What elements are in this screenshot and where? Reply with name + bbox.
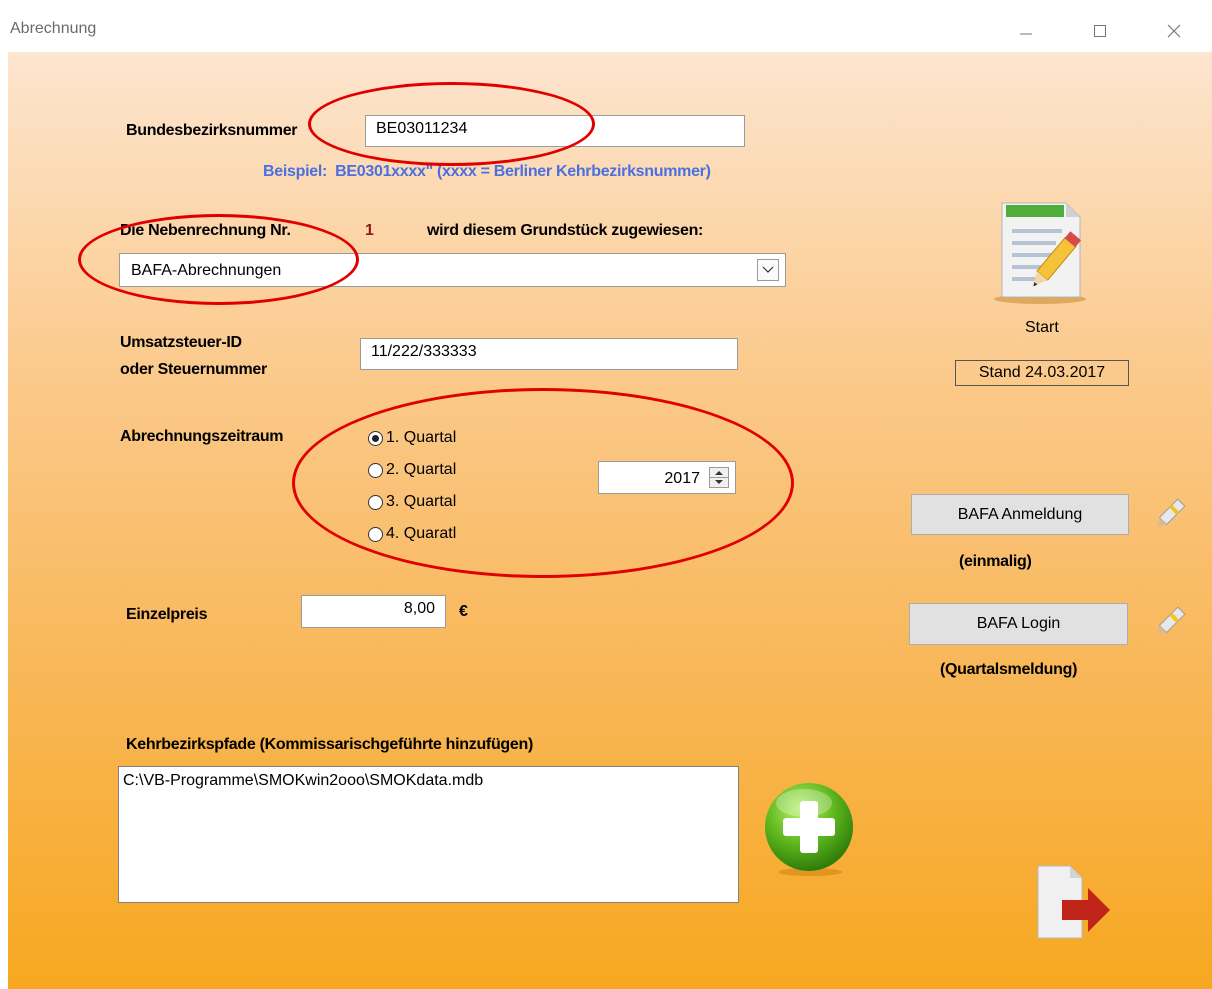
exit-button[interactable] — [1034, 862, 1114, 942]
maximize-button[interactable] — [1080, 14, 1120, 48]
plus-icon — [765, 783, 853, 876]
year-value: 2017 — [664, 470, 700, 487]
radio-label: 3. Quartal — [386, 493, 457, 510]
radio-indicator — [368, 526, 383, 542]
radio-quartal-3[interactable]: 3. Quartal — [368, 493, 456, 511]
minimize-icon — [1020, 33, 1032, 35]
currency-label: € — [459, 603, 468, 620]
radio-indicator — [368, 430, 383, 446]
edit-icon[interactable] — [1150, 602, 1190, 642]
spinner-arrows[interactable] — [709, 467, 729, 488]
login-note: (Quartalsmeldung) — [940, 661, 1078, 678]
pfade-label: Kehrbezirkspfade (Kommissarischgeführte … — [126, 736, 533, 753]
ust-label-line1: Umsatzsteuer-ID — [120, 334, 242, 351]
example-prefix: Beispiel: — [263, 163, 327, 180]
bundesbezirk-label: Bundesbezirksnummer — [126, 122, 298, 139]
exit-icon — [1037, 865, 1110, 939]
list-item[interactable]: C:\VB-Programme\SMOKwin2ooo\SMOKdata.mdb — [123, 772, 734, 790]
radio-quartal-1[interactable]: 1. Quartal — [368, 429, 456, 447]
chevron-down-icon[interactable] — [757, 259, 779, 281]
start-document-icon[interactable] — [988, 197, 1098, 305]
bafa-login-button[interactable]: BAFA Login — [909, 603, 1128, 645]
bafa-anmeldung-button[interactable]: BAFA Anmeldung — [911, 494, 1129, 535]
add-path-button[interactable] — [760, 779, 858, 877]
pfade-listbox[interactable]: C:\VB-Programme\SMOKwin2ooo\SMOKdata.mdb — [118, 766, 739, 903]
spinner-arrows-icon — [710, 471, 728, 484]
ust-input[interactable]: 11/222/333333 — [360, 338, 738, 370]
nebenrechnung-number: 1 — [365, 222, 374, 239]
radio-label: 4. Quaratl — [386, 525, 457, 542]
maximize-icon — [1094, 25, 1106, 37]
grundstueck-select-value: BAFA-Abrechnungen — [131, 262, 282, 279]
close-icon — [1167, 24, 1181, 38]
title-bar: Abrechnung — [0, 0, 1212, 52]
minimize-button[interactable] — [1006, 14, 1046, 48]
zeitraum-label: Abrechnungszeitraum — [120, 428, 284, 445]
bundesbezirk-input[interactable]: BE03011234 — [365, 115, 745, 147]
radio-quartal-2[interactable]: 2. Quartal — [368, 461, 456, 479]
nebenrechnung-label: Die Nebenrechnung Nr. — [120, 222, 291, 239]
radio-indicator — [368, 462, 383, 478]
example-text: BE0301xxxx" (xxxx = Berliner Kehrbezirks… — [335, 163, 711, 180]
radio-quartal-4[interactable]: 4. Quaratl — [368, 525, 456, 543]
einzelpreis-input[interactable]: 8,00 — [301, 595, 446, 628]
grundstueck-select[interactable]: BAFA-Abrechnungen — [119, 253, 786, 287]
start-label: Start — [1025, 319, 1059, 336]
einzelpreis-label: Einzelpreis — [126, 606, 208, 623]
ust-label-line2: oder Steuernummer — [120, 361, 267, 378]
radio-label: 2. Quartal — [386, 461, 457, 478]
window-title: Abrechnung — [10, 20, 97, 37]
zugewiesen-label: wird diesem Grundstück zugewiesen: — [427, 222, 704, 239]
close-button[interactable] — [1154, 14, 1194, 48]
year-spinner[interactable]: 2017 — [598, 461, 736, 494]
radio-indicator — [368, 494, 383, 510]
radio-label: 1. Quartal — [386, 429, 457, 446]
example-hint: Beispiel: BE0301xxxx" (xxxx = Berliner K… — [263, 163, 711, 181]
edit-document-icon — [994, 202, 1086, 304]
stand-badge: Stand 24.03.2017 — [955, 360, 1129, 386]
edit-icon[interactable] — [1150, 494, 1190, 534]
anmeldung-note: (einmalig) — [959, 553, 1032, 570]
